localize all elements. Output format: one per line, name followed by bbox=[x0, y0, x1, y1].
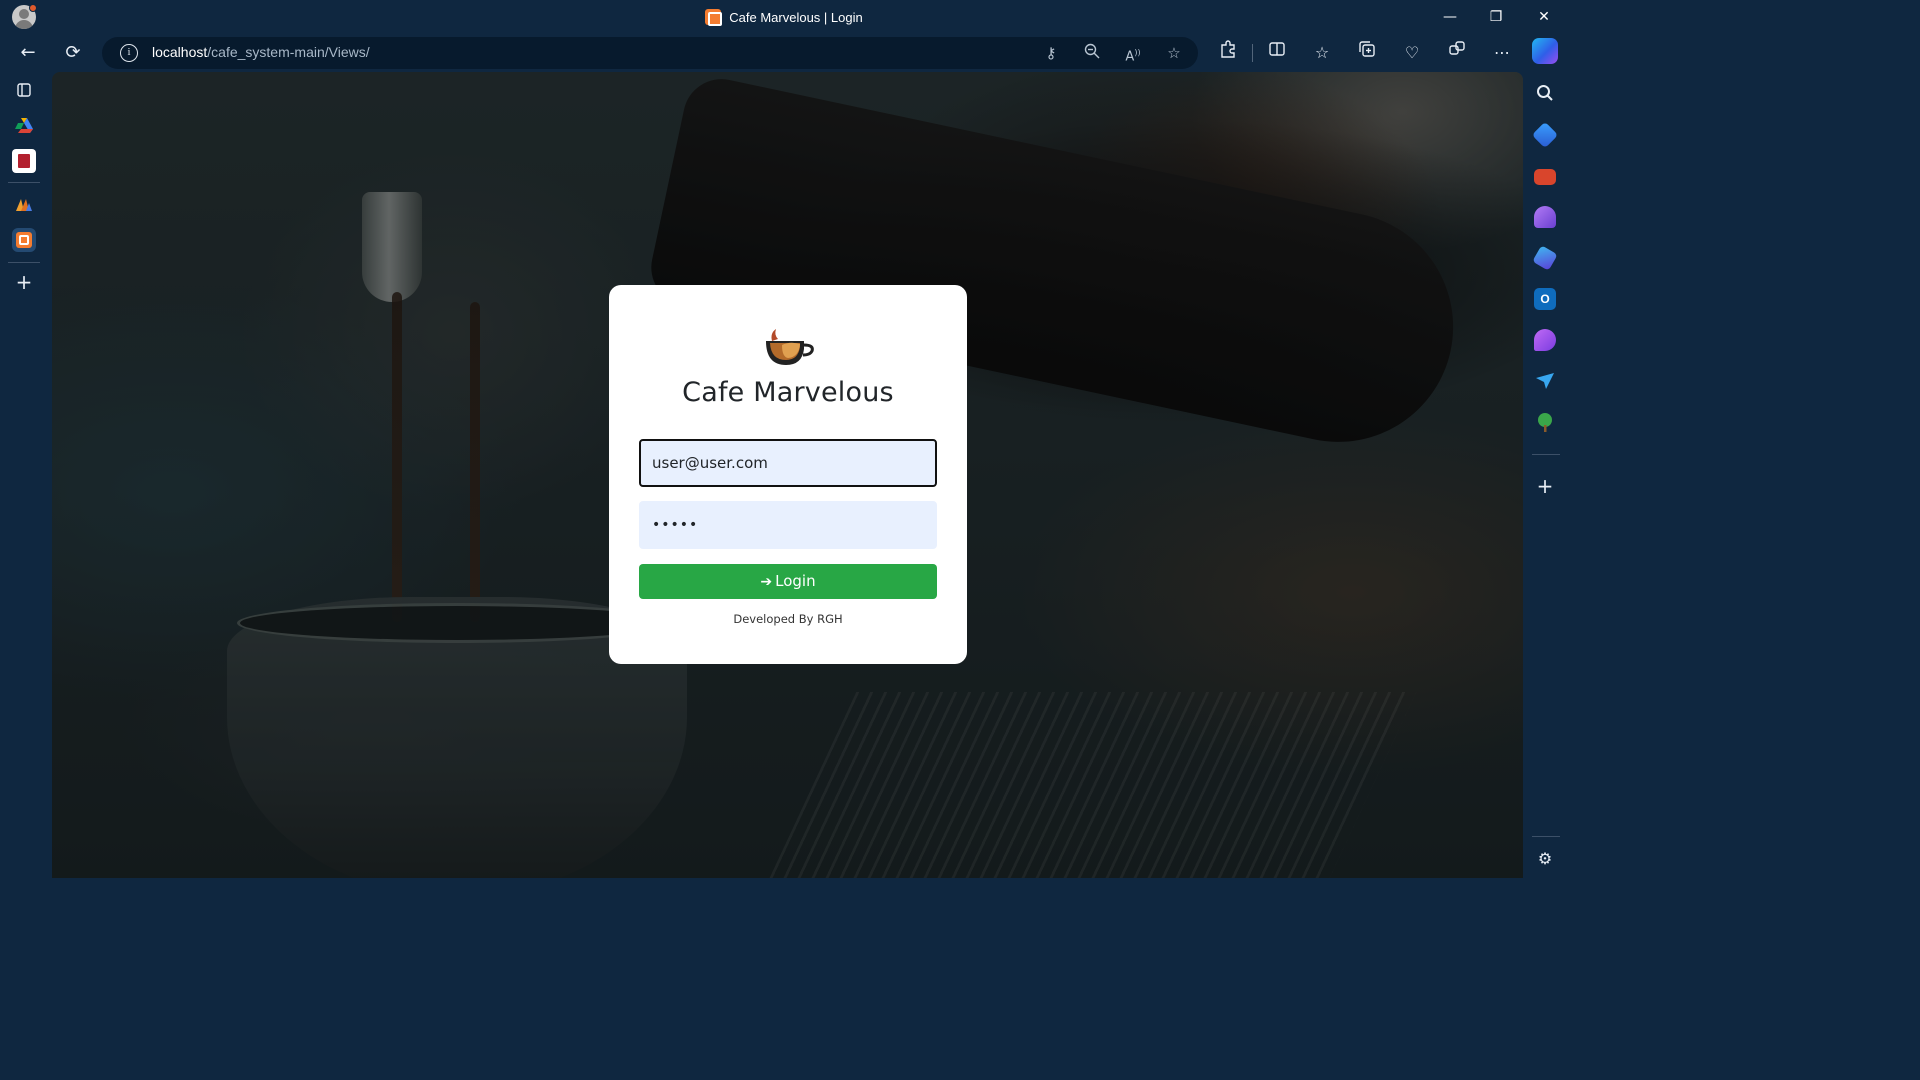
google-drive-icon[interactable] bbox=[12, 113, 36, 137]
toolbar-separator bbox=[1252, 44, 1253, 62]
site-info-icon[interactable]: i bbox=[120, 44, 138, 62]
url-host: localhost bbox=[152, 44, 208, 60]
address-url[interactable]: localhost/cafe_system-main/Views/ bbox=[152, 44, 370, 60]
sidebar-separator bbox=[8, 182, 40, 183]
deployment-icon[interactable] bbox=[12, 192, 36, 216]
more-icon[interactable]: ⋯ bbox=[1489, 40, 1515, 66]
add-icon[interactable]: + bbox=[12, 270, 36, 294]
tab-actions-icon[interactable] bbox=[12, 78, 36, 102]
developer-credit: Developed By RGH bbox=[733, 612, 843, 626]
close-button[interactable]: ✕ bbox=[1522, 4, 1566, 30]
drop-icon[interactable] bbox=[1534, 329, 1556, 351]
tabbed-app-icon[interactable] bbox=[12, 149, 36, 173]
shopping-tag-icon[interactable] bbox=[1531, 121, 1559, 149]
right-sidebar: O + ⚙ bbox=[1524, 72, 1568, 882]
minimize-button[interactable]: — bbox=[1428, 4, 1472, 30]
title-bar: Cafe Marvelous | Login — ❐ ✕ bbox=[0, 0, 1568, 34]
sidebar-separator bbox=[8, 262, 40, 263]
url-path: /cafe_system-main/Views/ bbox=[207, 44, 370, 60]
sidebar-separator bbox=[1532, 836, 1560, 837]
read-aloud-icon[interactable]: A)) bbox=[1122, 43, 1144, 64]
tab-title-text: Cafe Marvelous | Login bbox=[729, 10, 863, 25]
collections-icon[interactable] bbox=[1354, 40, 1380, 66]
restore-button[interactable]: ❐ bbox=[1474, 4, 1518, 30]
left-sidebar: + bbox=[0, 72, 48, 882]
xampp-favicon-icon bbox=[705, 9, 723, 26]
password-field[interactable]: ••••• bbox=[639, 501, 937, 549]
key-icon[interactable]: ⚷ bbox=[1040, 43, 1062, 63]
email-field[interactable]: user@user.com bbox=[639, 439, 937, 487]
tree-icon[interactable] bbox=[1534, 411, 1556, 433]
extensions-icon[interactable] bbox=[1215, 40, 1241, 66]
split-screen-icon[interactable] bbox=[1264, 40, 1290, 66]
m365-icon[interactable] bbox=[1532, 245, 1558, 271]
settings-icon[interactable]: ⚙ bbox=[1534, 848, 1556, 870]
sign-in-icon: ➔ bbox=[760, 574, 773, 590]
outlook-icon[interactable]: O bbox=[1534, 288, 1556, 310]
refresh-button[interactable]: ⟳ bbox=[58, 38, 88, 68]
zoom-out-icon[interactable] bbox=[1081, 43, 1103, 63]
workspaces-icon[interactable] bbox=[1444, 40, 1470, 66]
app-title: Cafe Marvelous bbox=[682, 377, 894, 408]
address-bar[interactable]: i localhost/cafe_system-main/Views/ ⚷ A)… bbox=[102, 37, 1198, 69]
tools-icon[interactable] bbox=[1534, 169, 1556, 185]
login-button[interactable]: ➔ Login bbox=[639, 564, 937, 599]
send-icon[interactable] bbox=[1534, 370, 1556, 392]
coffee-cup-logo-icon bbox=[762, 327, 814, 369]
copilot-icon[interactable] bbox=[1532, 38, 1558, 64]
back-button[interactable]: ← bbox=[13, 38, 43, 68]
favorites-icon[interactable]: ☆ bbox=[1309, 40, 1335, 66]
sidebar-separator bbox=[1532, 454, 1560, 455]
browser-essentials-icon[interactable]: ♡ bbox=[1399, 40, 1425, 66]
window-title: Cafe Marvelous | Login bbox=[0, 9, 1568, 26]
favorite-star-icon[interactable]: ☆ bbox=[1163, 43, 1185, 63]
xampp-icon[interactable] bbox=[12, 228, 36, 252]
login-button-label: Login bbox=[775, 572, 816, 590]
games-icon[interactable] bbox=[1534, 206, 1556, 228]
navigation-bar: ← ⟳ i localhost/cafe_system-main/Views/ … bbox=[0, 34, 1568, 72]
search-icon[interactable] bbox=[1534, 82, 1556, 104]
page-viewport: Cafe Marvelous user@user.com ••••• ➔ Logi… bbox=[52, 72, 1523, 878]
add-icon[interactable]: + bbox=[1534, 475, 1556, 497]
login-card: Cafe Marvelous user@user.com ••••• ➔ Logi… bbox=[609, 285, 967, 664]
